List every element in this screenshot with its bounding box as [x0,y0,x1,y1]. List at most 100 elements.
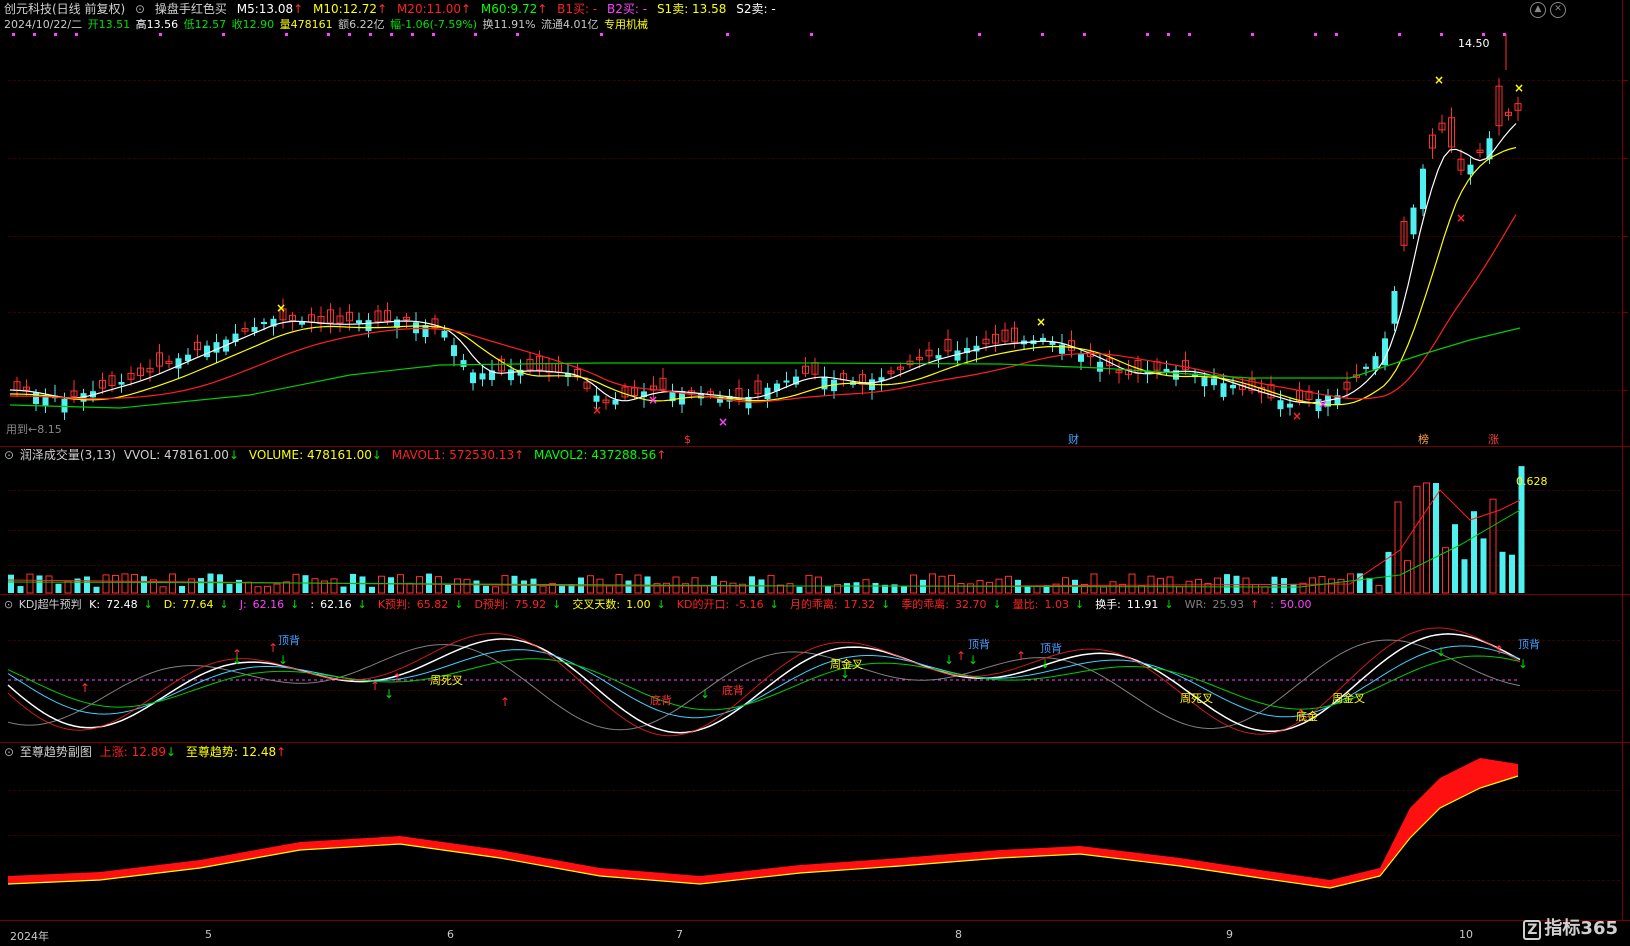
volume-bar-up [987,582,993,593]
event-tag-limit-up[interactable]: 涨 [1488,432,1499,447]
volume-bar-up [607,586,613,593]
kdj-annotation: 底背 [650,693,672,707]
kdj-down-arrow-icon: ↓ [232,653,242,667]
volume-bar-up [1129,574,1135,593]
signal-dot [432,33,435,36]
ma5-line [10,124,1516,403]
candle-down [1411,208,1417,235]
right-scale-bar [1622,0,1630,920]
volume-bar-up [1177,587,1183,593]
kdj-annotation: 顶背 [278,633,300,647]
price-high-label: 14.50 [1458,36,1490,51]
volume-bar-down [1500,552,1506,593]
candle-down [1392,291,1398,324]
mavol1-line [8,490,1520,586]
event-tag-dollar[interactable]: $ [684,432,691,447]
ma60-value: M60:9.72↑ [481,2,547,16]
volume-bar-up [968,584,974,593]
volume-bar-up [721,582,727,593]
brand-logo: Z 指标365 [1523,914,1618,940]
volume-bar-up [1006,576,1012,593]
volume-bar-up [1034,586,1040,593]
signal-dot [1440,33,1443,36]
signal-dot [474,33,477,36]
volume-bar-down [8,575,14,593]
volume-bar-down [208,574,214,593]
signal-dot [1314,33,1317,36]
volume-bar-up [1158,578,1164,593]
stock-title[interactable]: 创元科技(日线 前复权) [4,2,125,16]
event-tag-list[interactable]: 榜 [1418,432,1429,447]
volume-ratio-label: 0.628 [1516,474,1548,489]
volume-bar-up [1253,585,1259,593]
volume-bar-down [360,576,366,593]
signal-dot [1188,33,1191,36]
signal-b2: B2买: - [607,2,647,16]
event-tag-finance[interactable]: 财 [1068,432,1079,447]
volume-bar-down [236,580,242,593]
volume-bar-down [94,587,100,593]
kdj-down-arrow-icon: ↓ [1040,657,1050,671]
signal-dot [75,33,78,36]
volume-bar-up [1405,561,1411,593]
volume-bar-down [56,584,62,593]
x-axis-label: 8 [955,928,962,941]
candle-down [299,322,305,325]
volume-bar-up [787,584,793,593]
signal-dot [411,33,414,36]
candle-down [1363,367,1369,369]
volume-bar-down [749,576,755,593]
candle-down [1097,362,1103,372]
brand-text: 指标365 [1544,918,1618,939]
volume-bar-up [331,579,337,593]
volume-bar-up [284,582,290,593]
volume-bar-down [521,580,527,593]
volume-bar-down [854,582,860,593]
collapse-icon[interactable]: ▲ [1530,2,1546,18]
candle-down [204,346,210,358]
kdj-chart[interactable]: 顶背周死叉底背底背周金叉顶背 顶背周死叉底金周金叉顶背↑↑ ↑↑↑↑↑ ↑↑↑↓ ↓↓ ↓… [0,610,1620,742]
candle-down [252,327,258,332]
signal-dot [12,33,15,36]
volume-bar-up [540,586,546,593]
kdj-annotation: 底背 [722,683,744,697]
candle-down [451,345,457,356]
volume-bar-up [265,586,271,593]
indicator-circle-icon[interactable]: ⊙ [4,745,14,759]
trend-chart[interactable] [0,758,1620,920]
trend-title[interactable]: 至尊趋势副图 [20,745,92,759]
buy-x-mark: × [1292,409,1302,423]
kdj-down-arrow-icon: ↓ [1518,657,1528,671]
signal-s2: S2卖: - [736,2,775,16]
close-icon[interactable]: ✕ [1550,2,1566,18]
volume-bar-down [1481,538,1487,593]
volume-bar-up [616,574,622,593]
indicator-name[interactable]: 操盘手红色买 [155,2,227,16]
candle-down [442,331,448,338]
volume-bar-down [844,583,850,593]
kdj-up-arrow-icon: ↑ [500,695,510,709]
volume-bar-up [255,587,261,593]
signal-dot [369,33,372,36]
kdj-up-arrow-icon: ↑ [268,641,278,655]
volume-bar-up [1215,578,1221,593]
volume-bar-down [1462,559,1468,593]
volume-chart[interactable] [0,460,1620,594]
volume-bar-up [1196,579,1202,593]
signal-dot [978,33,981,36]
volume-bar-up [816,577,822,593]
kdj-up-arrow-icon: ↑ [80,681,90,695]
low-price-label: 用到←8.15 [6,422,62,437]
x-axis-label: 9 [1226,928,1233,941]
indicator-circle-icon[interactable]: ⊙ [135,2,145,16]
volume-bar-up [939,576,945,593]
candle-down [480,373,486,379]
signal-dot [810,33,813,36]
volume-bar-up [1148,576,1154,593]
signal-dot [327,33,330,36]
candle-down [1420,169,1426,209]
volume-bar-down [18,586,24,593]
volume-bar-up [1091,574,1097,593]
candlestick-chart[interactable]: × × × × × × × × × × [0,30,1620,446]
volume-bar-down [474,580,480,593]
